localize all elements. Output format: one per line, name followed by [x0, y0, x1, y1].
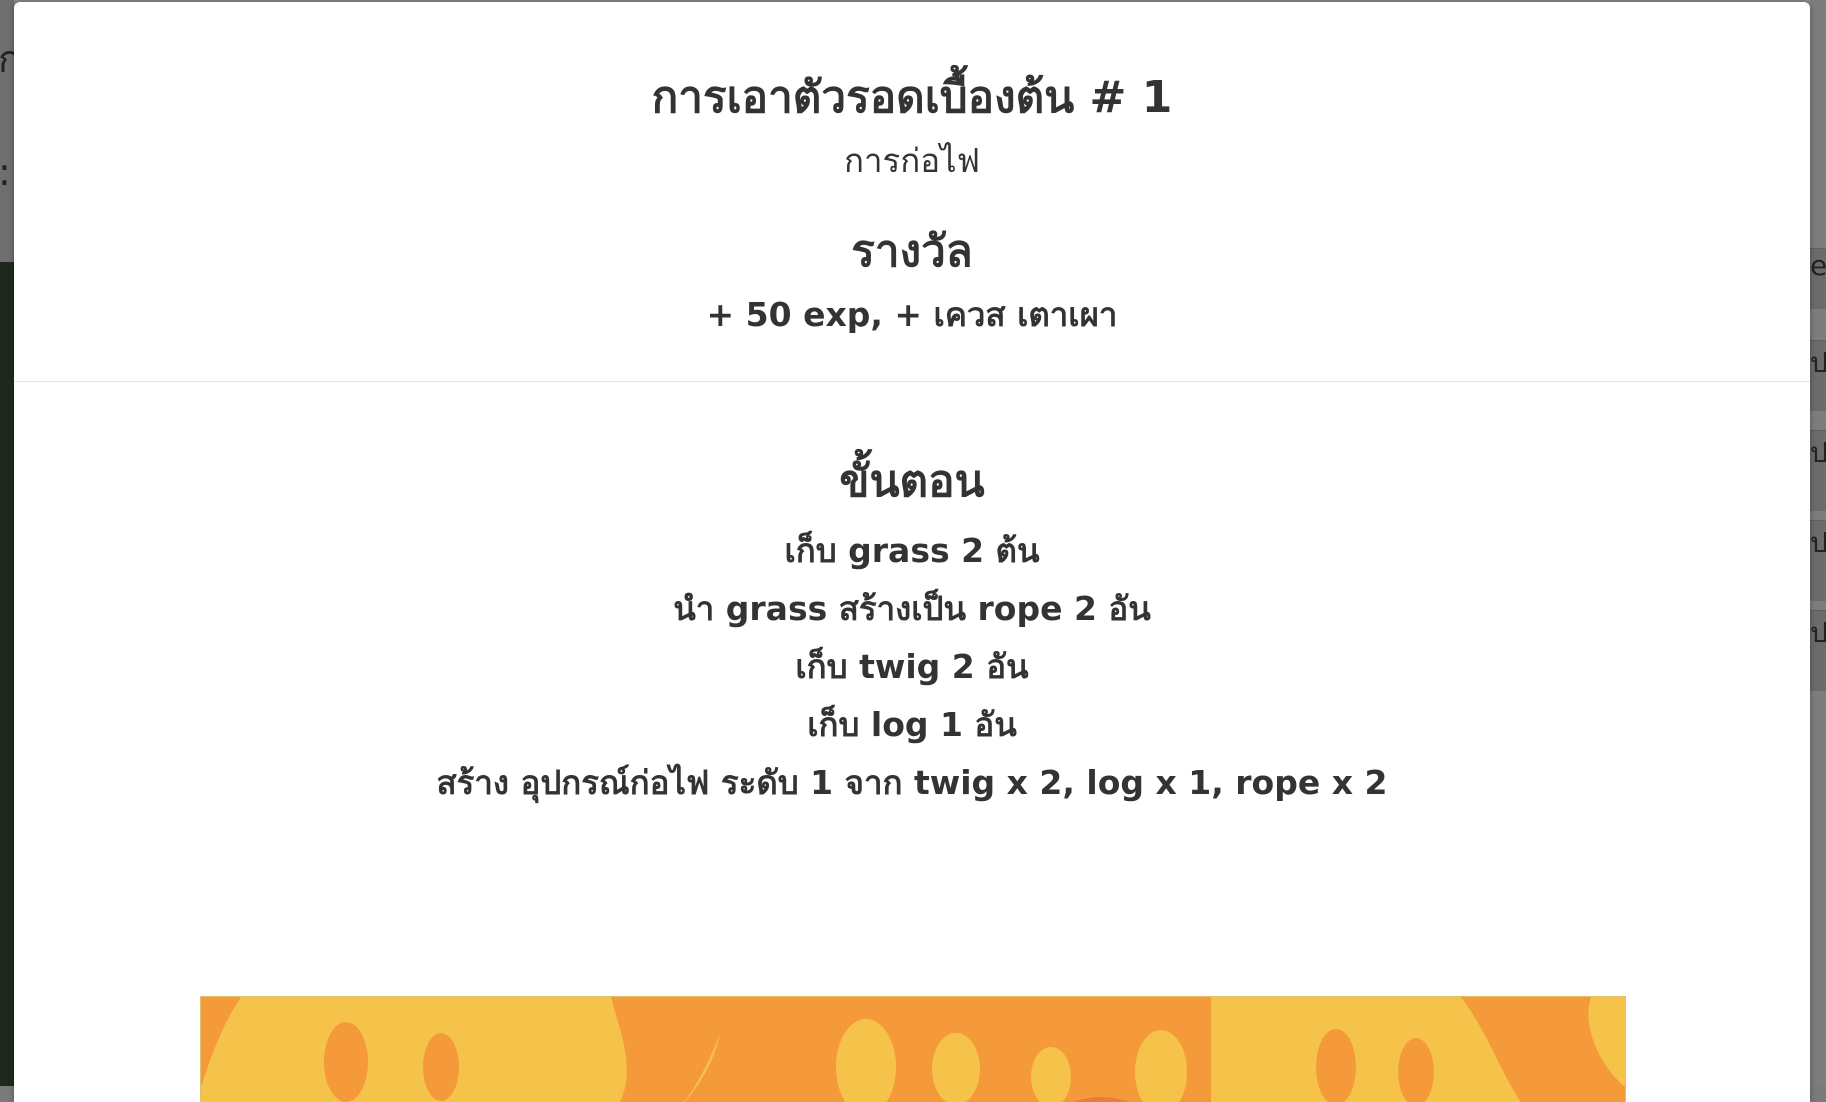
- steps-heading: ขั้นตอน: [839, 456, 985, 507]
- background-text-fragment: ป: [1810, 526, 1826, 559]
- quest-title: การเอาตัวรอดเบื้องต้น # 1: [651, 72, 1173, 123]
- background-list-row: ป: [1810, 520, 1826, 601]
- background-list-row: ป: [1810, 610, 1826, 691]
- background-text: :: [0, 150, 11, 194]
- reward-text: + 50 exp, + เควส เตาเผา: [706, 295, 1118, 334]
- background-text-fragment: e: [1810, 249, 1826, 282]
- modal-header: การเอาตัวรอดเบื้องต้น # 1 การก่อไฟ รางวั…: [14, 2, 1810, 382]
- background-list-row: ป: [1810, 430, 1826, 511]
- background-text: e: [1810, 248, 1826, 309]
- fire-banner-image: [200, 996, 1626, 1102]
- step-item: เก็บ log 1 อัน: [807, 705, 1017, 744]
- quest-subtitle: การก่อไฟ: [844, 141, 980, 180]
- step-item: นำ grass สร้างเป็น rope 2 อัน: [673, 589, 1151, 628]
- background-text-fragment: ป: [1810, 616, 1826, 649]
- background-text-fragment: ป: [1810, 436, 1826, 469]
- background-list-row: ป: [1810, 340, 1826, 411]
- background-text-fragment: ป: [1810, 346, 1826, 379]
- reward-heading: รางวัล: [851, 226, 973, 277]
- step-item: เก็บ twig 2 อัน: [795, 647, 1029, 686]
- step-item: เก็บ grass 2 ต้น: [784, 531, 1040, 570]
- steps-list: เก็บ grass 2 ต้น นำ grass สร้างเป็น rope…: [14, 522, 1810, 812]
- background-image-fragment: [0, 262, 14, 1086]
- quest-modal: การเอาตัวรอดเบื้องต้น # 1 การก่อไฟ รางวั…: [14, 2, 1810, 1102]
- fire-pattern-icon: [201, 997, 1625, 1102]
- step-item: สร้าง อุปกรณ์ก่อไฟ ระดับ 1 จาก twig x 2,…: [436, 763, 1388, 802]
